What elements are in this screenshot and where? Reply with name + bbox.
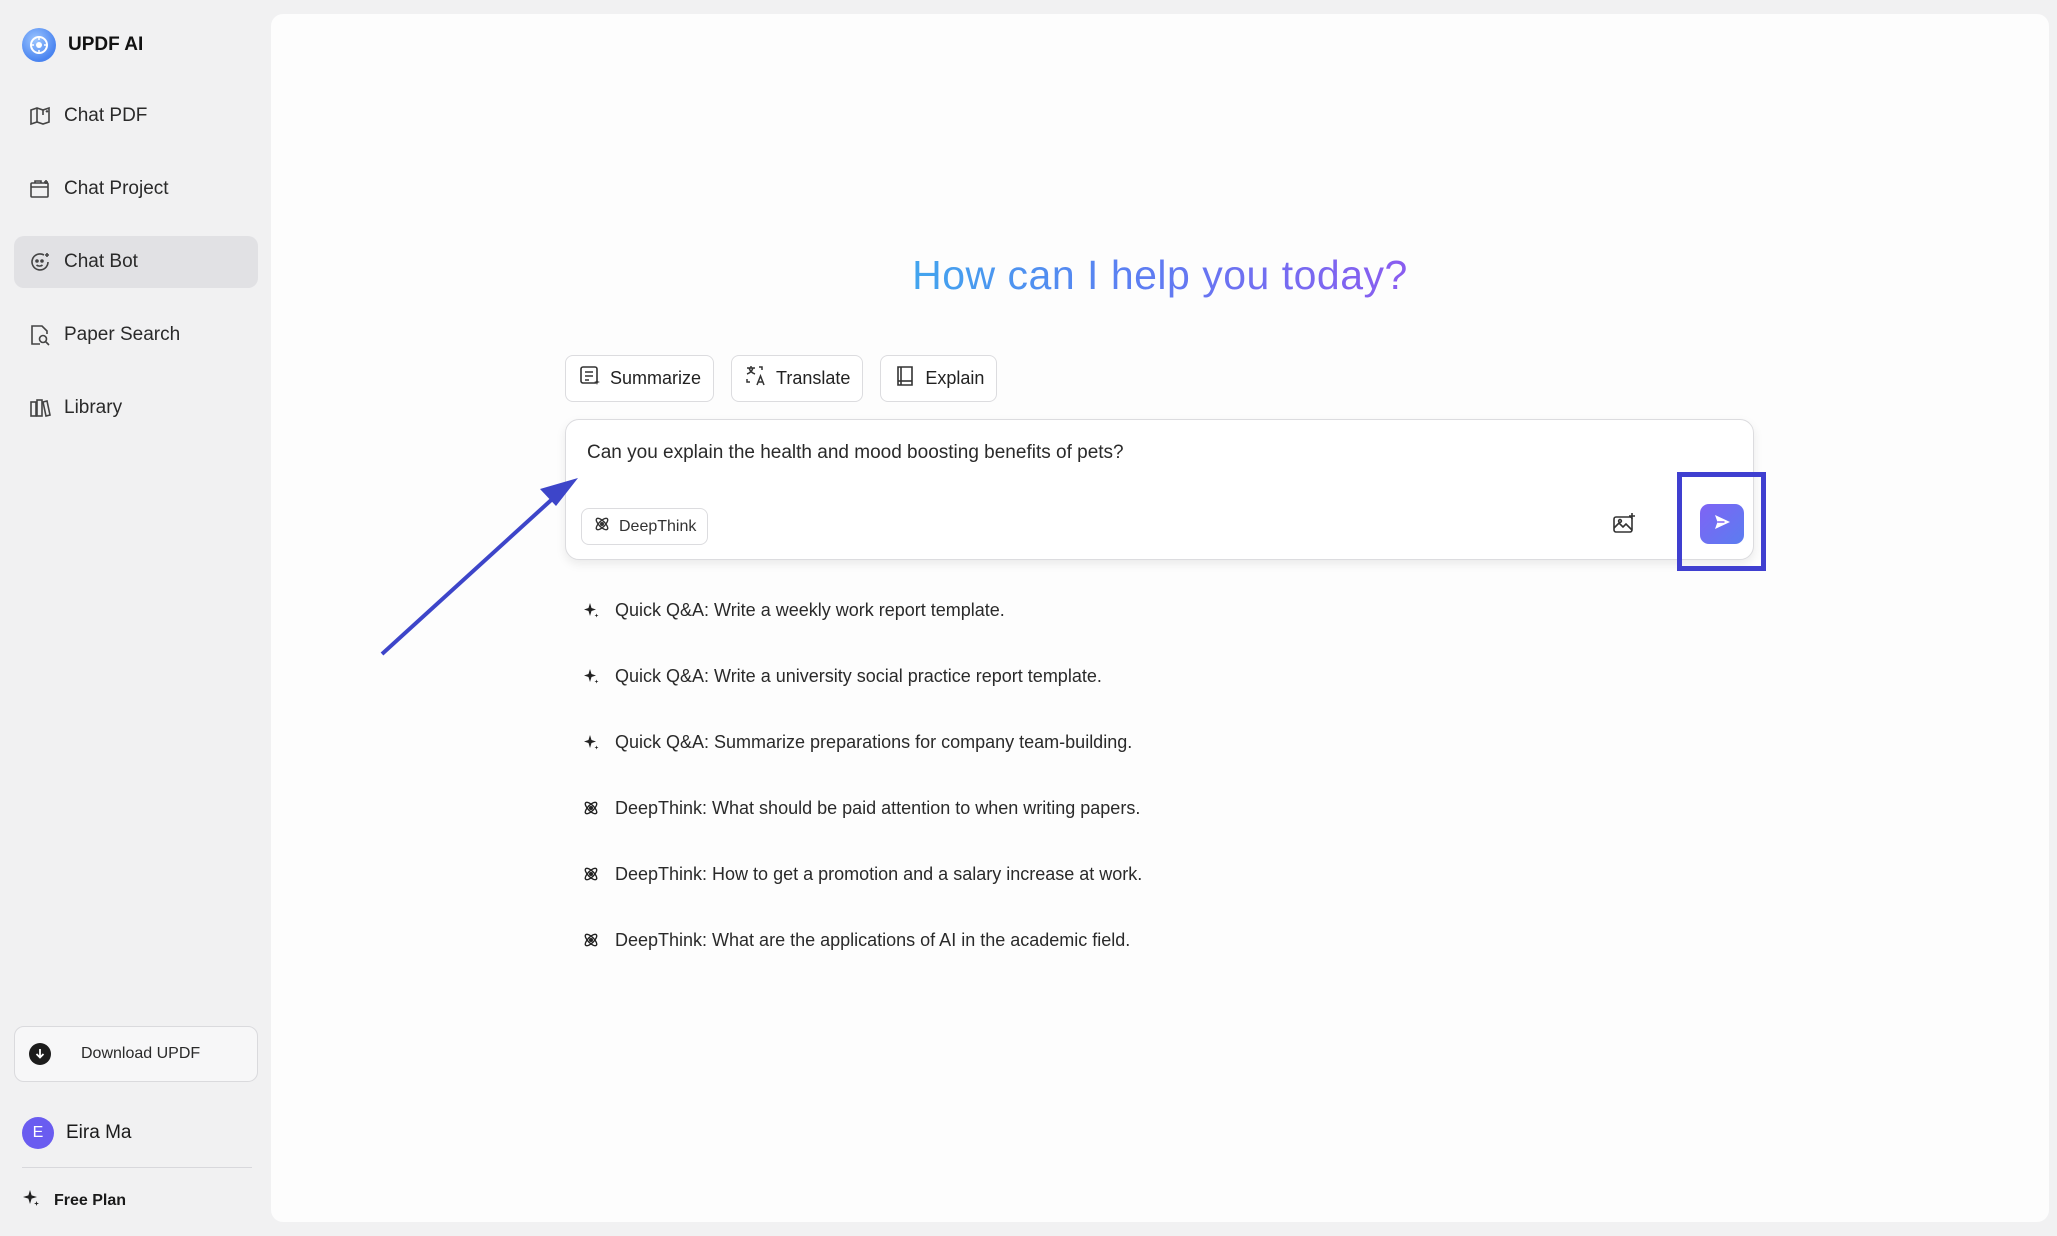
divider — [22, 1167, 252, 1168]
translate-button[interactable]: Translate — [731, 355, 864, 402]
atom-icon — [581, 798, 601, 818]
upload-image-button[interactable] — [1606, 508, 1642, 544]
summarize-label: Summarize — [610, 368, 702, 388]
user-profile[interactable]: E Eira Ma — [22, 1117, 131, 1149]
page-title: How can I help you today? — [271, 252, 2049, 299]
sidebar-item-label: Paper Search — [64, 324, 181, 345]
sidebar-item-label: Chat Bot — [64, 251, 138, 272]
image-upload-icon — [1611, 511, 1637, 542]
sidebar-item-label: Chat PDF — [64, 105, 148, 126]
sidebar-item-chat-project[interactable]: Chat Project — [14, 163, 258, 215]
download-updf-button[interactable]: Download UPDF — [14, 1026, 258, 1082]
send-icon — [1712, 512, 1732, 537]
summarize-button[interactable]: Summarize — [565, 355, 715, 402]
book-icon — [893, 364, 917, 393]
folder-chat-icon — [28, 177, 52, 201]
chat-pdf-icon — [28, 104, 52, 128]
chat-composer[interactable]: Can you explain the health and mood boos… — [565, 419, 1754, 560]
sidebar-nav: Chat PDF Chat Project Chat Bot Paper Sea… — [14, 90, 258, 455]
suggestion-text: Quick Q&A: Write a weekly work report te… — [615, 599, 1005, 620]
plan-label: Free Plan — [54, 1191, 127, 1209]
bot-icon — [28, 250, 52, 274]
suggestion-item[interactable]: Quick Q&A: Summarize preparations for co… — [581, 729, 1142, 755]
sidebar-item-library[interactable]: Library — [14, 382, 258, 434]
brand[interactable]: UPDF AI — [22, 28, 143, 62]
explain-button[interactable]: Explain — [880, 355, 998, 402]
main-panel: How can I help you today? Summarize Tran… — [271, 14, 2049, 1222]
suggestion-item[interactable]: Quick Q&A: Write a weekly work report te… — [581, 597, 1142, 623]
avatar: E — [22, 1117, 54, 1149]
download-label: Download UPDF — [81, 1045, 201, 1062]
deepthink-label: DeepThink — [619, 517, 697, 535]
headline-text: How can I help you today? — [912, 252, 1408, 298]
sidebar: UPDF AI Chat PDF Chat Project Chat Bot P… — [0, 0, 271, 1236]
translate-icon — [744, 364, 768, 393]
sidebar-item-chat-pdf[interactable]: Chat PDF — [14, 90, 258, 142]
atom-icon — [581, 864, 601, 884]
sparkle-icon — [581, 732, 601, 752]
atom-icon — [593, 515, 611, 538]
suggestion-text: DeepThink: What are the applications of … — [615, 929, 1131, 950]
sidebar-item-label: Library — [64, 397, 123, 418]
sidebar-item-label: Chat Project — [64, 178, 169, 199]
suggestion-text: DeepThink: How to get a promotion and a … — [615, 863, 1143, 884]
sidebar-item-chat-bot[interactable]: Chat Bot — [14, 236, 258, 288]
suggestion-item[interactable]: Quick Q&A: Write a university social pra… — [581, 663, 1142, 689]
message-input[interactable]: Can you explain the health and mood boos… — [587, 442, 1124, 464]
brand-name: UPDF AI — [68, 34, 144, 55]
free-plan-link[interactable]: Free Plan — [22, 1189, 126, 1212]
send-button[interactable] — [1700, 504, 1744, 544]
updf-logo-icon — [22, 28, 56, 62]
explain-label: Explain — [925, 368, 985, 388]
user-name: Eira Ma — [66, 1122, 132, 1143]
sparkle-icon — [581, 600, 601, 620]
suggestion-text: Quick Q&A: Summarize preparations for co… — [615, 731, 1133, 752]
atom-icon — [581, 930, 601, 950]
library-icon — [28, 396, 52, 420]
document-search-icon — [28, 323, 52, 347]
suggestion-text: DeepThink: What should be paid attention… — [615, 797, 1141, 818]
suggestion-text: Quick Q&A: Write a university social pra… — [615, 665, 1102, 686]
sparkle-icon — [22, 1189, 40, 1212]
sidebar-item-paper-search[interactable]: Paper Search — [14, 309, 258, 361]
summarize-icon — [578, 364, 602, 393]
suggestion-list: Quick Q&A: Write a weekly work report te… — [581, 597, 1142, 993]
download-icon — [29, 1043, 51, 1065]
send-button-highlight — [1677, 472, 1766, 571]
suggestion-item[interactable]: DeepThink: What are the applications of … — [581, 927, 1142, 953]
tool-buttons: Summarize Translate Explain — [565, 355, 998, 402]
suggestion-item[interactable]: DeepThink: How to get a promotion and a … — [581, 861, 1142, 887]
sparkle-icon — [581, 666, 601, 686]
translate-label: Translate — [776, 368, 851, 388]
deepthink-toggle[interactable]: DeepThink — [581, 508, 709, 545]
suggestion-item[interactable]: DeepThink: What should be paid attention… — [581, 795, 1142, 821]
